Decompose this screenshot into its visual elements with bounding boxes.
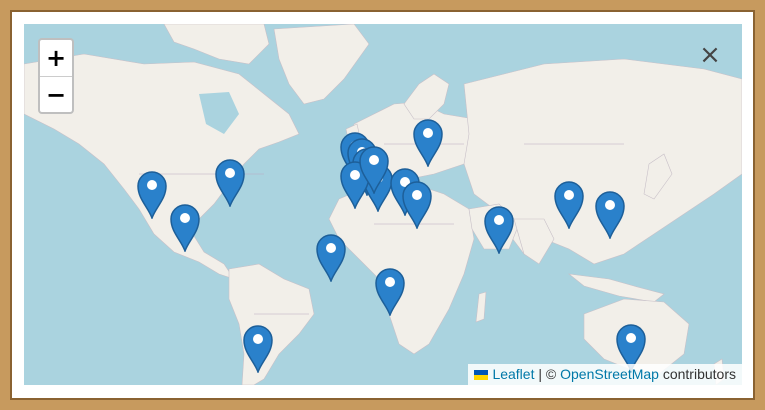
attribution: Leaflet | © OpenStreetMap contributors — [468, 364, 742, 385]
map-marker-pin-icon[interactable] — [553, 179, 585, 229]
ukraine-flag-icon — [474, 370, 489, 380]
osm-link[interactable]: OpenStreetMap — [560, 366, 659, 382]
map-marker-pin-icon[interactable] — [594, 189, 626, 239]
map-marker-pin-icon[interactable] — [412, 117, 444, 167]
leaflet-link[interactable]: Leaflet — [492, 366, 534, 382]
map-marker-pin-icon[interactable] — [214, 157, 246, 207]
map-marker-pin-icon[interactable] — [169, 202, 201, 252]
marker-layer — [24, 24, 742, 385]
attribution-suffix: contributors — [662, 366, 736, 382]
map-marker-pin-icon[interactable] — [136, 169, 168, 219]
zoom-in-button[interactable]: + — [40, 40, 72, 77]
attribution-separator: | © — [538, 366, 557, 382]
map-marker-pin-icon[interactable] — [401, 179, 433, 229]
zoom-out-button[interactable]: − — [40, 77, 72, 113]
map-marker-pin-icon[interactable] — [374, 266, 406, 316]
map-viewport[interactable]: + − × Leaflet | © OpenStreetMap contribu… — [24, 24, 742, 385]
zoom-control: + − — [38, 38, 74, 114]
map-marker-pin-icon[interactable] — [483, 204, 515, 254]
map-marker-pin-icon[interactable] — [358, 144, 390, 194]
map-marker-pin-icon[interactable] — [315, 232, 347, 282]
map-marker-pin-icon[interactable] — [242, 323, 274, 373]
close-button[interactable]: × — [697, 42, 723, 68]
